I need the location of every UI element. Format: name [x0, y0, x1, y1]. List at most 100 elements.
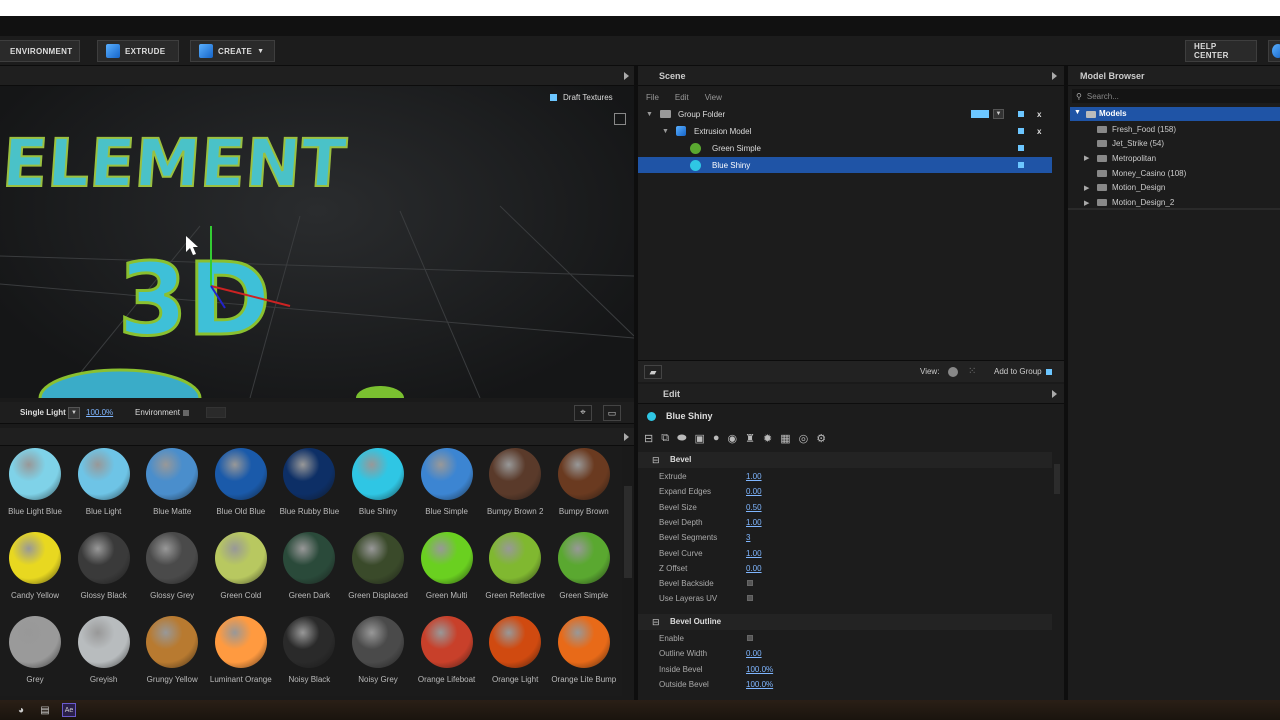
material-swatch[interactable]: Noisy Black	[275, 616, 343, 684]
texture-tab-icon[interactable]: ▣	[694, 432, 704, 445]
property-value[interactable]: 0.00	[746, 564, 762, 573]
monitor-icon[interactable]: ▭	[603, 405, 621, 421]
materials-collapse-icon[interactable]	[624, 433, 629, 441]
material-swatch[interactable]: Blue Light Blue	[1, 448, 69, 516]
property-value[interactable]: 0.00	[746, 487, 762, 496]
material-swatch[interactable]: Orange Lite Bump	[550, 616, 618, 684]
material-swatch[interactable]: Green Multi	[413, 532, 481, 600]
material-swatch[interactable]: Bumpy Brown	[550, 448, 618, 516]
scene-collapse-icon[interactable]	[1052, 72, 1057, 80]
view-sphere-icon[interactable]	[948, 367, 958, 377]
panel-splitter[interactable]	[634, 66, 638, 700]
tree-item[interactable]: Money_Casino (108)	[1084, 166, 1186, 180]
3d-viewport[interactable]: Draft Textures ELEMENT 3D	[0, 86, 634, 398]
after-effects-icon[interactable]: Ae	[62, 703, 76, 717]
property-value[interactable]: 100.0%	[746, 680, 773, 689]
tree-item[interactable]: Jet_Strike (54)	[1084, 137, 1164, 151]
extrude-button[interactable]: EXTRUDE	[97, 40, 179, 62]
material-swatch[interactable]: Bumpy Brown 2	[481, 448, 549, 516]
material-swatch[interactable]: Green Simple	[550, 532, 618, 600]
material-swatch[interactable]: Glossy Black	[70, 532, 138, 600]
tree-item[interactable]: Fresh_Food (158)	[1084, 122, 1176, 136]
material-swatch[interactable]: Glossy Grey	[138, 532, 206, 600]
expand-arrow-icon[interactable]: ▶	[1084, 154, 1092, 162]
material-swatch[interactable]: Orange Lifeboat	[413, 616, 481, 684]
menu-view[interactable]: View	[705, 93, 722, 102]
menu-edit[interactable]: Edit	[675, 93, 689, 102]
panel-splitter-right[interactable]	[1064, 66, 1068, 700]
grid-tab-icon[interactable]: ▦	[780, 432, 790, 445]
material-swatch[interactable]: Blue Rubby Blue	[275, 448, 343, 516]
layer-tab-icon[interactable]: ⧉	[661, 432, 669, 445]
reflect-tab-icon[interactable]: ◉	[728, 432, 738, 445]
visibility-toggle[interactable]	[1018, 162, 1024, 168]
light-tab-icon[interactable]: ✹	[763, 432, 772, 445]
scene-item-blue-shiny[interactable]: Blue Shiny	[638, 157, 1052, 173]
visibility-toggle[interactable]	[1018, 111, 1024, 117]
material-swatch[interactable]: Blue Old Blue	[207, 448, 275, 516]
material-swatch[interactable]: Blue Shiny	[344, 448, 412, 516]
collapse-arrow-icon[interactable]	[624, 72, 629, 80]
visibility-toggle[interactable]	[1018, 128, 1024, 134]
property-value[interactable]: 1.00	[746, 518, 762, 527]
material-scrollbar[interactable]	[624, 486, 632, 578]
material-swatch[interactable]: Green Displaced	[344, 532, 412, 600]
property-value[interactable]: 0.50	[746, 503, 762, 512]
close-icon[interactable]: x	[1037, 110, 1041, 119]
scene-item-extrusion-model[interactable]: ▼ Extrusion Model x	[638, 123, 1052, 139]
menu-file[interactable]: File	[646, 93, 659, 102]
property-value[interactable]: 3	[746, 533, 750, 542]
zoom-value[interactable]: 100.0%	[86, 408, 113, 417]
layer-swatch[interactable]	[971, 110, 989, 118]
material-swatch[interactable]: Green Reflective	[481, 532, 549, 600]
scene-item-group-folder[interactable]: ▼ Group Folder ▼ x	[638, 106, 1052, 122]
file-icon[interactable]: ▤	[38, 703, 52, 717]
globe-tab-icon[interactable]: ◎	[799, 432, 809, 445]
property-checkbox[interactable]	[747, 635, 753, 641]
extra-toolbar-button[interactable]	[1268, 40, 1280, 62]
material-swatch[interactable]: Green Dark	[275, 532, 343, 600]
property-checkbox[interactable]	[747, 580, 753, 587]
property-value[interactable]: 100.0%	[746, 665, 773, 674]
material-swatch[interactable]: Grey	[1, 616, 69, 684]
property-value[interactable]: 1.00	[746, 472, 762, 481]
tree-item[interactable]: ▶ Motion_Design	[1084, 181, 1165, 195]
visibility-toggle[interactable]	[1018, 145, 1024, 151]
bevel-section-header[interactable]: ⊟ Bevel	[638, 452, 1052, 468]
material-swatch[interactable]: Blue Light	[70, 448, 138, 516]
material-tab-icon[interactable]: ⬬	[677, 432, 686, 445]
tree-item[interactable]: ▶ Metropolitan	[1084, 151, 1156, 165]
camera-icon[interactable]: ▰	[644, 365, 662, 379]
view-grid-icon[interactable]: ⁙	[968, 366, 976, 377]
environment-swatch[interactable]	[206, 407, 226, 418]
material-swatch[interactable]: Noisy Grey	[344, 616, 412, 684]
lamp-tab-icon[interactable]: ♜	[745, 432, 755, 445]
expand-arrow-icon[interactable]: ▼	[662, 128, 669, 135]
close-icon[interactable]: x	[1037, 127, 1041, 136]
add-to-group-label[interactable]: Add to Group	[994, 367, 1042, 376]
material-swatch[interactable]: Blue Matte	[138, 448, 206, 516]
browser-icon[interactable]: ◕	[14, 703, 28, 717]
expand-arrow-icon[interactable]: ▶	[1084, 184, 1092, 192]
edit-scrollbar[interactable]	[1054, 464, 1060, 494]
light-dropdown[interactable]: ▼	[68, 407, 80, 419]
material-swatch[interactable]: Orange Light	[481, 616, 549, 684]
material-swatch[interactable]: Grungy Yellow	[138, 616, 206, 684]
sphere-tab-icon[interactable]: ●	[713, 432, 720, 445]
property-checkbox[interactable]	[747, 595, 753, 602]
bevel-outline-section-header[interactable]: ⊟ Bevel Outline	[638, 614, 1052, 630]
edit-collapse-icon[interactable]	[1052, 390, 1057, 398]
material-swatch[interactable]: Greyish	[70, 616, 138, 684]
material-swatch[interactable]: Candy Yellow	[1, 532, 69, 600]
layer-dropdown[interactable]: ▼	[993, 109, 1004, 119]
bevel-tab-icon[interactable]: ⊟	[644, 432, 653, 445]
model-search-field[interactable]: ⚲ Search...	[1072, 89, 1280, 103]
help-center-button[interactable]: HELP CENTER	[1185, 40, 1257, 62]
add-to-group-checkbox[interactable]	[1046, 369, 1052, 375]
expand-arrow-icon[interactable]: ▶	[1084, 199, 1092, 207]
create-button[interactable]: CREATE ▼	[190, 40, 275, 62]
material-swatch[interactable]: Green Cold	[207, 532, 275, 600]
property-value[interactable]: 1.00	[746, 549, 762, 558]
material-swatch[interactable]: Blue Simple	[413, 448, 481, 516]
expand-arrow-icon[interactable]: ▼	[646, 111, 653, 118]
